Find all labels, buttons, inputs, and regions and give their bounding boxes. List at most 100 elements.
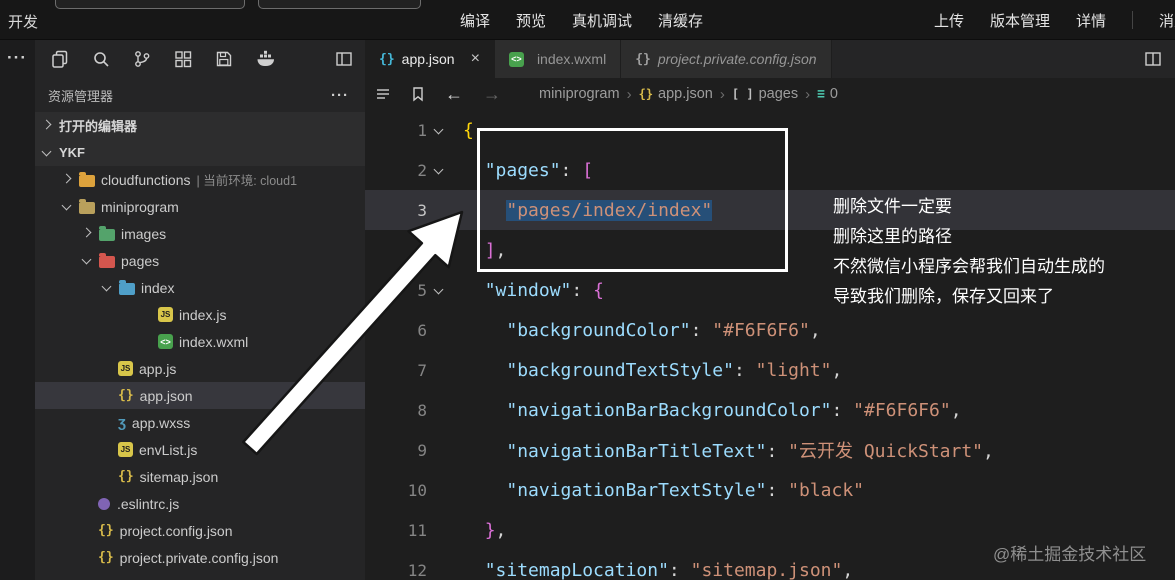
tab-close-icon[interactable]: ×: [471, 50, 480, 68]
folder-miniprogram[interactable]: miniprogram: [35, 193, 365, 220]
outline-icon[interactable]: [375, 86, 391, 102]
breadcrumb-item[interactable]: miniprogram: [539, 86, 620, 102]
line-number: 8: [417, 400, 427, 420]
search-icon[interactable]: [92, 50, 110, 68]
code-line[interactable]: 1{: [365, 110, 1175, 150]
tab-project-private-config-json[interactable]: {} project.private.config.json: [621, 40, 832, 78]
split-editor-icon[interactable]: [1144, 40, 1175, 78]
file-sitemap-json[interactable]: {} sitemap.json: [35, 463, 365, 490]
chevron-down-icon[interactable]: [60, 199, 75, 214]
code-token: "#F6F6F6": [712, 319, 810, 341]
chevron-right-icon[interactable]: [80, 226, 95, 241]
messages-button[interactable]: 消息: [1159, 10, 1175, 31]
line-number: 11: [407, 520, 427, 540]
chevron-down-icon[interactable]: [40, 145, 55, 160]
forward-arrow-icon[interactable]: →: [483, 84, 501, 105]
file-project-private-config-json[interactable]: {} project.private.config.json: [35, 544, 365, 571]
line-number: 2: [417, 160, 427, 180]
preview-button[interactable]: 预览: [516, 10, 546, 31]
fold-chevron[interactable]: [427, 283, 451, 298]
toolbar-input-truncated[interactable]: [258, 0, 421, 9]
real-device-debug-button[interactable]: 真机调试: [572, 10, 632, 31]
chevron-down-icon[interactable]: [80, 253, 95, 268]
clear-cache-button[interactable]: 清缓存: [658, 10, 703, 31]
folder-cloudfunctions[interactable]: cloudfunctions | 当前环境: cloud1: [35, 166, 365, 193]
code-token: :: [668, 559, 691, 580]
list-icon: ≡: [817, 86, 825, 102]
code-line[interactable]: 7 "backgroundTextStyle": "light",: [365, 350, 1175, 390]
code-line[interactable]: 9 "navigationBarTitleText": "云开发 QuickSt…: [365, 430, 1175, 470]
line-number: 4: [417, 240, 427, 260]
tab-app-json[interactable]: {} app.json ×: [365, 40, 495, 78]
version-manage-button[interactable]: 版本管理: [990, 10, 1050, 31]
chevron-down-icon[interactable]: [432, 283, 447, 298]
code-token: ,: [831, 359, 843, 381]
code-token: "light": [755, 359, 832, 381]
breadcrumb-item[interactable]: pages: [759, 86, 799, 102]
upload-button[interactable]: 上传: [934, 10, 964, 31]
folder-icon: [119, 279, 135, 295]
code-token: "云开发 QuickStart": [788, 441, 984, 462]
folder-icon: [99, 225, 115, 241]
breadcrumb-item[interactable]: app.json: [658, 86, 713, 102]
tree-item-label: YKF: [59, 145, 85, 160]
chevron-down-icon[interactable]: [432, 123, 447, 138]
chevron-right-icon[interactable]: [60, 172, 75, 187]
code-text: "navigationBarTitleText": "云开发 QuickStar…: [463, 437, 994, 463]
code-line[interactable]: 6 "backgroundColor": "#F6F6F6",: [365, 310, 1175, 350]
code-text: "navigationBarTextStyle": "black": [463, 480, 864, 501]
file-project-config-json[interactable]: {} project.config.json: [35, 517, 365, 544]
code-token: :: [690, 319, 713, 341]
file-index-wxml[interactable]: <> index.wxml: [35, 328, 365, 355]
file-app-json[interactable]: {} app.json: [35, 382, 365, 409]
file-app-wxss[interactable]: ʒ app.wxss: [35, 409, 365, 436]
details-button[interactable]: 详情: [1076, 10, 1106, 31]
breadcrumb-separator: ›: [626, 85, 632, 103]
root-folder-ykf[interactable]: YKF: [35, 139, 365, 166]
toolbar-input-truncated[interactable]: [55, 0, 245, 9]
more-icon[interactable]: ···: [7, 48, 27, 68]
fold-chevron[interactable]: [427, 123, 451, 138]
layout-sidebar-icon[interactable]: [335, 50, 353, 68]
folder-index[interactable]: index: [35, 274, 365, 301]
fold-chevron[interactable]: [427, 163, 451, 178]
bookmark-icon[interactable]: [411, 86, 425, 102]
folder-images[interactable]: images: [35, 220, 365, 247]
chevron-down-icon[interactable]: [100, 280, 115, 295]
code-token: "sitemap.json": [690, 559, 843, 580]
breadcrumb: miniprogram › {} app.json › [ ] pages › ≡ 0: [539, 86, 838, 103]
code-line[interactable]: 2 "pages": [: [365, 150, 1175, 190]
left-rail: [0, 40, 35, 580]
folder-pages[interactable]: pages: [35, 247, 365, 274]
explorer-more-icon[interactable]: ···: [331, 87, 349, 104]
code-token: {: [463, 119, 474, 141]
code-token: "navigationBarTextStyle": [506, 479, 767, 501]
extensions-icon[interactable]: [174, 50, 192, 68]
compile-button[interactable]: 编译: [460, 10, 490, 31]
file-eslintrc-js[interactable]: .eslintrc.js: [35, 490, 365, 517]
save-icon[interactable]: [215, 50, 233, 68]
file-index-js[interactable]: JS index.js: [35, 301, 365, 328]
file-app-js[interactable]: JS app.js: [35, 355, 365, 382]
watermark: @稀土掘金技术社区: [993, 545, 1147, 564]
copy-icon[interactable]: [51, 50, 69, 68]
code-token: ]: [484, 239, 496, 261]
code-token: ,: [809, 319, 821, 341]
back-arrow-icon[interactable]: ←: [445, 84, 463, 105]
code-editor[interactable]: 1{2 "pages": [3 "pages/index/index" 4 ], 5…: [365, 110, 1175, 580]
chevron-right-icon[interactable]: [40, 118, 55, 133]
json-file-icon: {}: [118, 388, 134, 403]
breadcrumb-item[interactable]: 0: [830, 86, 838, 102]
docker-icon[interactable]: [256, 50, 276, 68]
open-editors-section[interactable]: 打开的编辑器: [35, 112, 365, 139]
chevron-down-icon[interactable]: [432, 163, 447, 178]
tab-index-wxml[interactable]: <> index.wxml: [494, 40, 622, 78]
code-line[interactable]: 10 "navigationBarTextStyle": "black": [365, 470, 1175, 510]
code-line[interactable]: 8 "navigationBarBackgroundColor": "#F6F6…: [365, 390, 1175, 430]
git-branch-icon[interactable]: [133, 50, 151, 68]
breadcrumb-separator: ›: [805, 85, 811, 103]
file-envlist-js[interactable]: JS envList.js: [35, 436, 365, 463]
